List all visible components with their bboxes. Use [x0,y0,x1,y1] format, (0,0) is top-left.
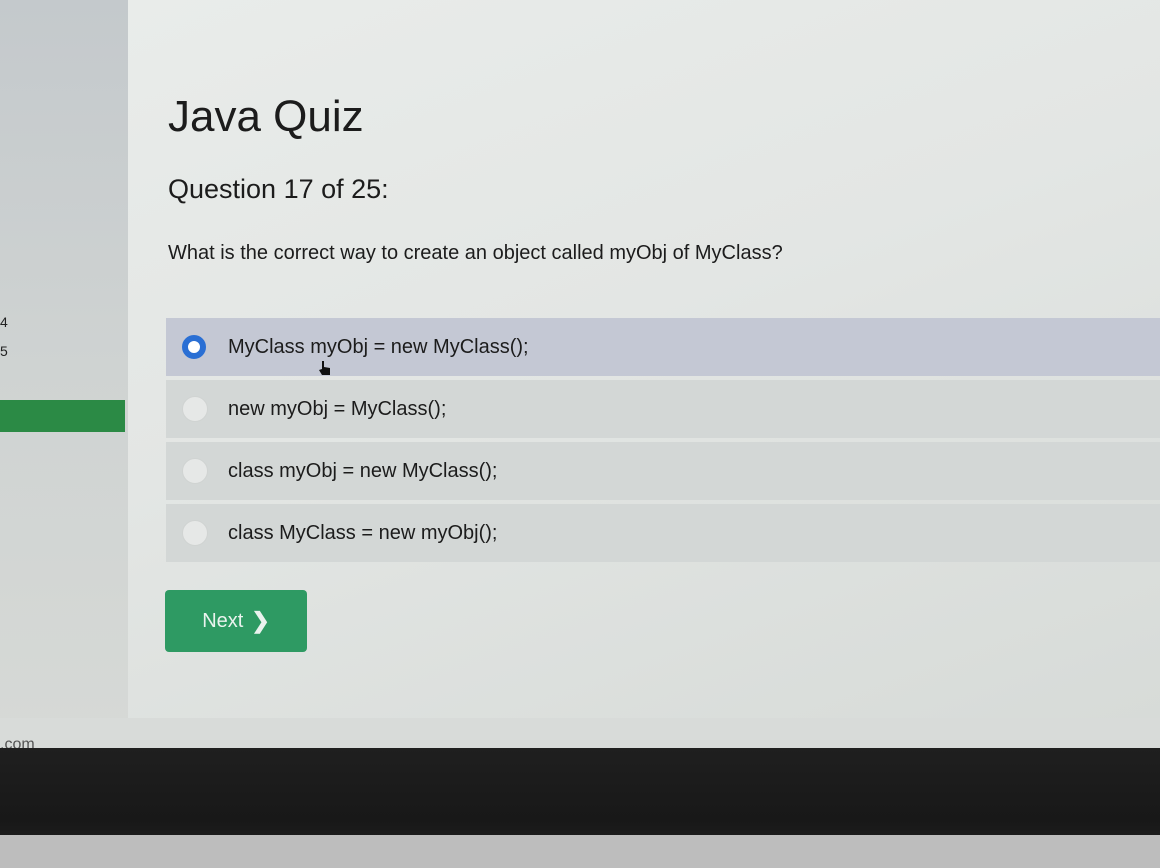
sidebar-item-active[interactable] [0,400,125,432]
answer-option-label: class myObj = new MyClass(); [228,459,498,482]
answer-option-label: class MyClass = new myObj(); [228,521,498,544]
answer-option[interactable]: class myObj = new MyClass(); [166,442,1160,500]
answer-options: MyClass myObj = new MyClass(); new myObj… [166,318,1160,566]
sidebar: 4 5 [0,0,128,735]
answer-option-label: new myObj = MyClass(); [228,397,447,420]
next-button[interactable]: Next ❯ [165,590,307,652]
desk-surface [0,835,1160,868]
answer-option-label: MyClass myObj = new MyClass(); [228,335,529,358]
radio-button-selected[interactable] [182,335,206,359]
answer-option[interactable]: class MyClass = new myObj(); [166,504,1160,562]
question-progress: Question 17 of 25: [168,174,389,204]
chevron-right-icon: ❯ [251,608,270,633]
answer-option[interactable]: MyClass myObj = new MyClass(); [166,318,1160,376]
radio-button[interactable] [182,458,208,484]
quiz-panel: Java Quiz Question 17 of 25: What is the… [128,0,1160,718]
sidebar-number: 4 [0,314,8,330]
hand-cursor-icon [319,361,330,375]
answer-option[interactable]: new myObj = MyClass(); [166,380,1160,438]
next-button-label: Next [202,609,244,632]
radio-button[interactable] [182,520,208,546]
sidebar-number: 5 [0,343,8,359]
footer [0,718,1160,748]
question-text: What is the correct way to create an obj… [168,242,783,264]
page-title: Java Quiz [168,92,364,141]
radio-button[interactable] [182,396,208,422]
